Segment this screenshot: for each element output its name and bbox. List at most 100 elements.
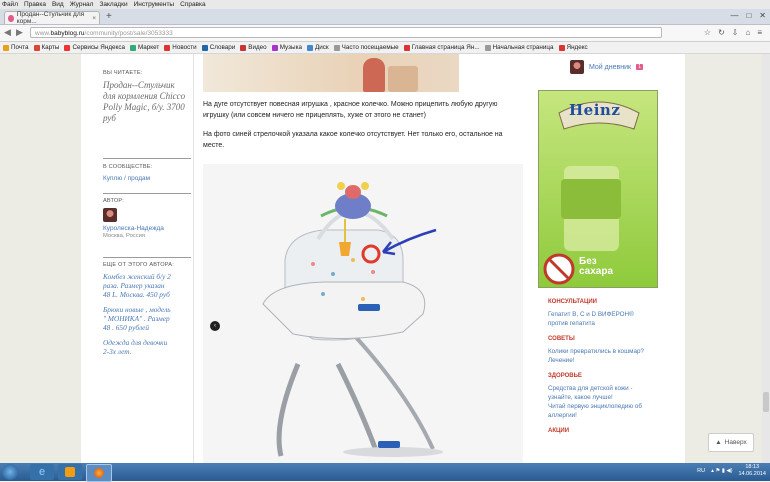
bookmark-item[interactable]: Новости [164,44,197,51]
reading-caption: ВЫ ЧИТАЕТЕ: [103,70,143,76]
previous-photo-icon[interactable]: ‹ [210,321,220,331]
language-indicator[interactable]: RU [697,468,705,474]
right-column: Мой дневник 1 Heinz Без сахара КОНСУЛЬТА… [538,54,659,463]
minimize-icon[interactable]: — [730,11,738,20]
right-section-link[interactable]: аллергии! [548,411,658,420]
home-icon[interactable]: ⌂ [745,28,750,37]
my-diary[interactable]: Мой дневник 1 [570,60,644,74]
start-button-icon[interactable] [2,464,18,480]
author-post-link[interactable]: Одежда для девочки 2-3х лет. [103,338,173,356]
menu-item[interactable]: Журнал [70,1,94,8]
bookmark-item[interactable]: Маркет [129,44,159,51]
author-city: Москва, Россия [103,233,146,239]
scrollbar[interactable] [762,54,770,463]
clock-time: 18:13 [745,464,760,470]
bookmark-item[interactable]: Карты [33,44,60,51]
menu-item[interactable]: Правка [24,1,46,8]
bookmark-item[interactable]: Главная страница Ян... [403,44,480,51]
bookmark-icon [271,44,278,51]
right-sections: КОНСУЛЬТАЦИИ Гепатит В, С и D ВИФЕРОН® про… [548,299,658,439]
bookmark-item[interactable]: Сервисы Яндекса [64,44,125,51]
reload-icon[interactable]: ↻ [718,28,725,37]
menu-item[interactable]: Инструменты [134,1,175,8]
bookmark-item[interactable]: Начальная страница [484,44,554,51]
forward-arrow-icon[interactable]: ▶ [16,27,23,38]
right-section-link[interactable]: узнайте, какое лучше! [548,393,658,402]
bookmark-item[interactable]: Словари [201,44,235,51]
community-link[interactable]: Куплю / продам [103,175,152,182]
back-to-top-button[interactable]: ▲ Наверх [708,433,754,452]
tray-icons[interactable]: ▴ ⚑ ▮ ◀) [711,468,732,474]
bookmark-label: Диск [314,44,329,51]
babyblog-favicon-icon [8,14,14,22]
author-name-link[interactable]: Куролеска-Надежда [103,225,164,232]
right-section-link[interactable]: Лечение! [548,356,658,365]
url-field[interactable]: www.babyblog.ru/community/post/sale/3053… [30,27,662,38]
new-tab-icon[interactable]: + [106,11,112,22]
bookmark-item[interactable]: Часто посещаемые [333,44,399,51]
bookmark-label: Начальная страница [492,44,554,51]
author-avatar[interactable] [103,208,117,222]
bookmark-icon [558,44,565,51]
bookmark-item[interactable]: Яндекс [558,44,588,51]
author-post-link[interactable]: Брюки новые , модель " МОНИКА" . Размер … [103,305,173,332]
divider [103,158,191,159]
clock[interactable]: 18:13 14.06.2014 [738,464,766,478]
firefox-taskbar-icon[interactable] [86,464,112,482]
bookmark-label: Яндекс [566,44,588,51]
heinz-ad-banner[interactable]: Heinz Без сахара [538,90,658,288]
bookmarks-bar: Почта Карты Сервисы Яндекса Маркет Новости Сл… [0,42,770,54]
right-section-caption: КОНСУЛЬТАЦИИ [548,299,597,305]
menu-item[interactable]: Закладки [99,1,127,8]
article-top-image [203,54,459,92]
maximize-icon[interactable]: □ [746,11,751,20]
menu-item[interactable]: Справка [180,1,206,8]
star-icon[interactable]: ☆ [704,28,711,37]
content-area: ВЫ ЧИТАЕТЕ: Продан--Стульчик для кормлен… [81,54,685,463]
right-section-caption: ЗДОРОВЬЕ [548,373,582,379]
right-section-link[interactable]: Средства для детской кожи - [548,384,658,393]
my-diary-link[interactable]: Мой дневник [589,64,631,71]
ie-taskbar-icon[interactable]: e [30,464,54,480]
right-section-link[interactable]: против гепатита [548,319,658,328]
reading-title: Продан--Стульчик для кормления Chicco Po… [103,80,186,123]
high-chair-illustration [262,182,443,457]
bookmark-icon [64,44,71,51]
heinz-logo: Heinz [569,101,621,119]
bookmark-label: Видео [248,44,267,51]
bookmark-icon [164,44,171,51]
right-section-link[interactable]: Гепатит В, С и D ВИФЕРОН® [548,310,658,319]
media-player-taskbar-icon[interactable] [58,464,82,480]
menu-item[interactable]: Файл [2,1,18,8]
tab-title: Продан--Стульчик для корм... [16,11,85,25]
scrollbar-thumb[interactable] [763,392,769,412]
bookmark-label: Сервисы Яндекса [72,44,125,51]
up-arrow-icon: ▲ [715,439,722,446]
menu-item[interactable]: Вид [52,1,64,8]
right-section-link[interactable]: Колики превратились в кошмар? [548,347,658,356]
tab-close-icon[interactable]: × [92,15,96,22]
bookmark-item[interactable]: Диск [306,44,329,51]
right-section-link[interactable]: Читай первую энциклопедию об [548,402,658,411]
bookmark-icon [33,44,40,51]
url-prefix: www. [35,30,51,37]
menu-icon[interactable]: ≡ [757,28,762,37]
bookmark-label: Почта [11,44,29,51]
diary-badge: 1 [636,64,644,70]
bookmark-icon [403,44,410,51]
author-caption: АВТОР: [103,198,124,204]
browser-tab[interactable]: Продан--Стульчик для корм... × [4,11,100,25]
bookmark-item[interactable]: Музыка [271,44,302,51]
more-items-list: Комбез женский б/у 2 раза. Размер указан… [103,272,173,356]
author-post-link[interactable]: Комбез женский б/у 2 раза. Размер указан… [103,272,173,299]
bookmark-label: Новости [172,44,197,51]
bookmark-label: Карты [41,44,60,51]
user-avatar [570,60,584,74]
close-window-icon[interactable]: ✕ [759,11,766,20]
download-icon[interactable]: ⇩ [732,28,739,37]
back-arrow-icon[interactable]: ◀ [4,27,11,38]
bookmark-item[interactable]: Видео [240,44,267,51]
bookmark-item[interactable]: Почта [3,44,29,51]
community-caption: В СООБЩЕСТВЕ: [103,164,153,170]
tab-bar: Продан--Стульчик для корм... × + — □ ✕ [0,9,770,25]
